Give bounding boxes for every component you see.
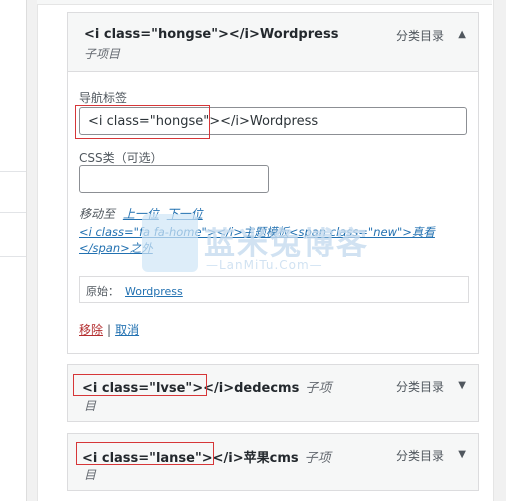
menu-item-sublabel: 子项 (305, 381, 332, 396)
original-label: 原始： (86, 285, 119, 298)
divider (0, 171, 26, 172)
menu-item-sublabel: 子项 (304, 451, 331, 466)
divider (0, 256, 26, 257)
highlight-box (76, 442, 214, 465)
css-classes-input[interactable] (79, 165, 269, 193)
original-link[interactable]: Wordpress (125, 285, 183, 298)
watermark-text: 蓝米兔博客 (204, 226, 369, 262)
menu-item-type: 分类目录 (395, 449, 444, 463)
menu-item-type: 分类目录 (395, 380, 444, 394)
remove-link[interactable]: 移除 (79, 323, 103, 337)
nav-label-label: 导航标签 (79, 91, 128, 105)
menu-item-sublabel-cont: 目 (84, 468, 97, 482)
action-separator: | (107, 323, 112, 337)
menu-item-sublabel: 子项目 (84, 47, 121, 61)
move-label: 移动至 (79, 207, 116, 221)
cancel-link[interactable]: 取消 (115, 323, 139, 337)
collapse-arrow-icon[interactable]: ▲ (458, 29, 466, 40)
menu-item-title: <i class="hongse"></i>Wordpress (84, 27, 338, 42)
watermark-logo: 蓝米兔博客 —LanMiTu.Com— (142, 214, 372, 282)
watermark-subtext: —LanMiTu.Com— (206, 258, 323, 272)
top-separator (37, 0, 492, 5)
menu-item-handle[interactable]: <i class="hongse"></i>Wordpress 子项目 分类目录… (68, 13, 478, 71)
highlight-box (75, 105, 210, 139)
expand-arrow-icon[interactable]: ▼ (458, 380, 466, 391)
highlight-box (73, 374, 207, 396)
admin-sidebar-strip (0, 0, 27, 501)
item-actions: 移除 | 取消 (79, 321, 139, 338)
menu-item-type: 分类目录 (395, 29, 444, 43)
rabbit-logo-icon (142, 214, 198, 272)
divider (0, 212, 26, 213)
expand-arrow-icon[interactable]: ▼ (458, 449, 466, 460)
menu-item-sublabel-cont: 目 (84, 399, 97, 413)
css-classes-label: CSS类（可选） (79, 151, 163, 165)
menu-item-wordpress[interactable]: <i class="hongse"></i>Wordpress 子项目 分类目录… (67, 12, 479, 72)
menu-item-title-text: <i class="hongse"></i>Wordpress (84, 27, 339, 42)
